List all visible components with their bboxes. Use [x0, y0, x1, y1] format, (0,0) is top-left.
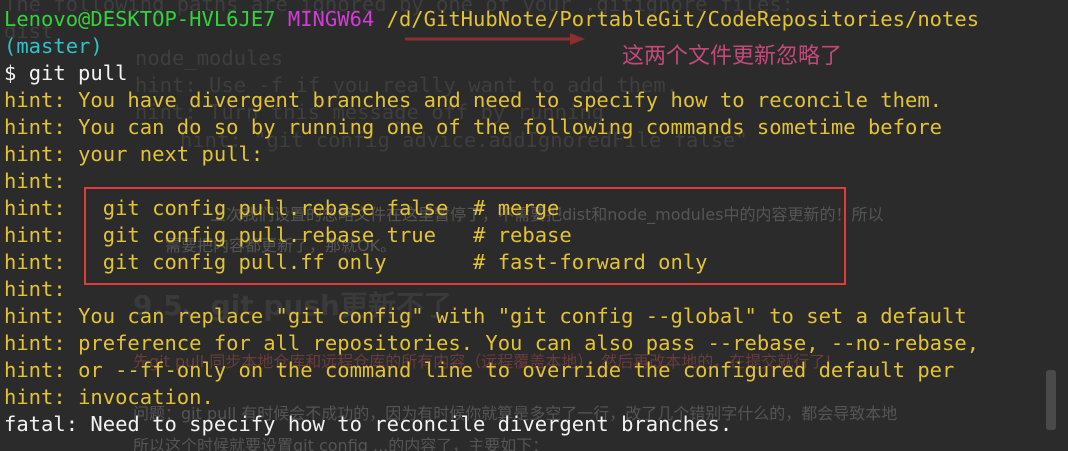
prompt-symbol: $	[4, 61, 17, 85]
hint-prefix: hint:	[4, 169, 66, 193]
hint-text: You have divergent branches and need to …	[78, 88, 943, 112]
prompt-path: /d/GitHubNote/PortableGit/CodeRepositori…	[386, 7, 980, 31]
hint-text: You can do so by running one of the foll…	[78, 115, 943, 139]
prompt-branch-line: (master)	[4, 33, 103, 60]
hint-line: hint:	[4, 168, 78, 195]
fatal-error-line: fatal: Need to specify how to reconcile …	[4, 412, 733, 436]
hint-line: hint: You have divergent branches and ne…	[4, 87, 942, 114]
hint-prefix: hint:	[4, 196, 66, 220]
highlight-box	[84, 187, 846, 285]
hint-line: hint: invocation.	[4, 384, 214, 411]
hint-text: You can replace "git config" with "git c…	[78, 304, 967, 328]
hint-prefix: hint:	[4, 142, 66, 166]
hint-prefix: hint:	[4, 385, 66, 409]
hint-text: or --ff-only on the command line to over…	[78, 358, 955, 382]
command-line: $ git pull	[4, 60, 127, 87]
hint-prefix: hint:	[4, 250, 66, 274]
hint-line: hint:	[4, 276, 78, 303]
hint-prefix: hint:	[4, 115, 66, 139]
prompt-shell: MINGW64	[287, 7, 375, 31]
hint-prefix: hint:	[4, 223, 66, 247]
prompt-user-host: Lenovo@DESKTOP-HVL6JE7	[4, 7, 276, 31]
hint-line: hint: You can do so by running one of th…	[4, 114, 942, 141]
hint-prefix: hint:	[4, 277, 66, 301]
command-text: git pull	[28, 61, 128, 85]
hint-prefix: hint:	[4, 88, 66, 112]
hint-text: your next pull:	[78, 142, 264, 166]
hint-line: hint: your next pull:	[4, 141, 263, 168]
hint-text: preference for all repositories. You can…	[78, 331, 980, 355]
hint-prefix: hint:	[4, 304, 66, 328]
hint-text: invocation.	[78, 385, 214, 409]
hint-line: hint: preference for all repositories. Y…	[4, 330, 979, 357]
hint-line: hint: You can replace "git config" with …	[4, 303, 967, 330]
hint-prefix: hint:	[4, 358, 66, 382]
prompt-line: Lenovo@DESKTOP-HVL6JE7 MINGW64 /d/GitHub…	[4, 6, 979, 33]
hint-prefix: hint:	[4, 331, 66, 355]
hint-line: hint: or --ff-only on the command line t…	[4, 357, 954, 384]
prompt-branch: (master)	[4, 34, 103, 58]
